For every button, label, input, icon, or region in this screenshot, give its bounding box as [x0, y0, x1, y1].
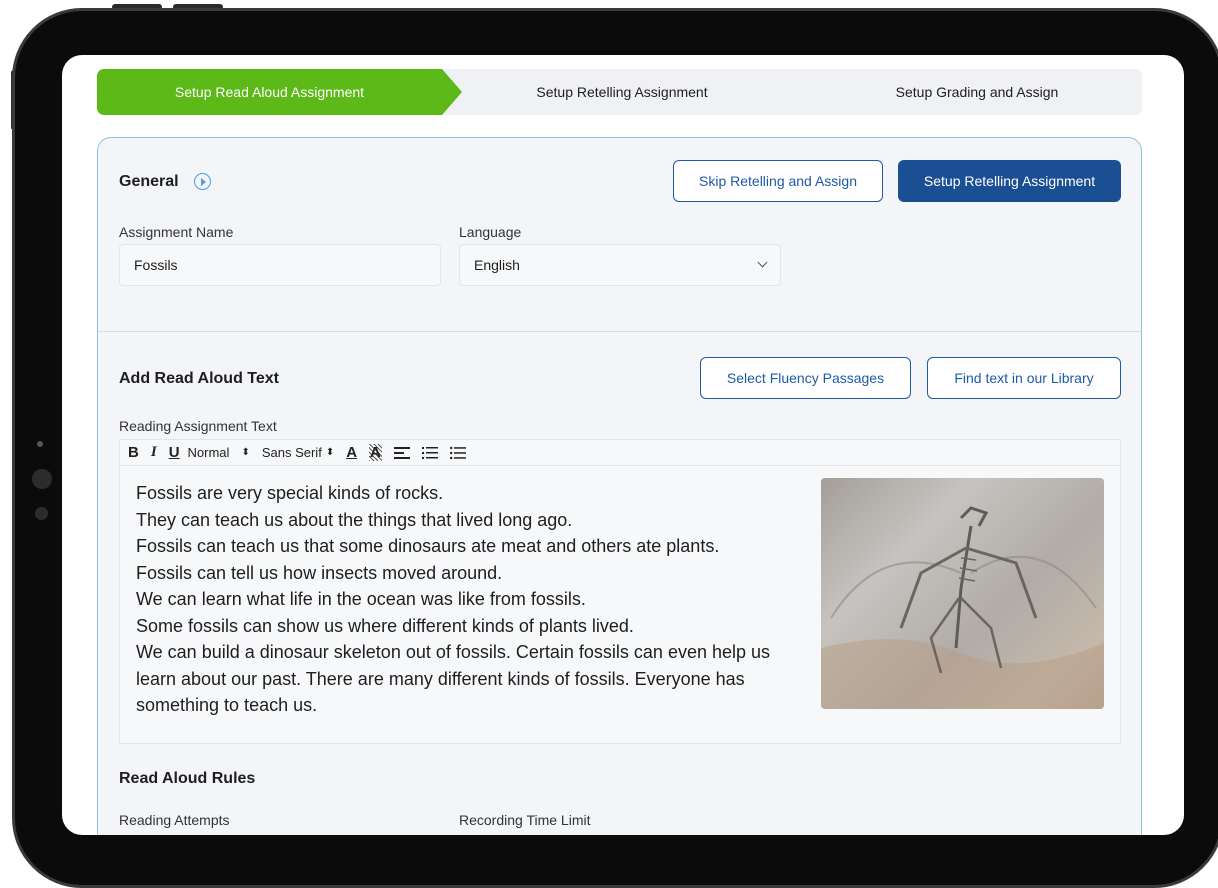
step-setup-retelling[interactable]: Setup Retelling Assignment — [487, 69, 757, 115]
font-size-value: Normal — [187, 445, 230, 460]
step-setup-grading[interactable]: Setup Grading and Assign — [837, 69, 1117, 115]
updown-icon: ⬍ — [241, 447, 250, 458]
text-line: We can learn what life in the ocean was … — [136, 589, 586, 609]
italic-button[interactable]: I — [151, 444, 157, 461]
updown-icon: ⬍ — [325, 447, 335, 458]
recording-time-limit-label: Recording Time Limit — [459, 812, 591, 828]
general-section-title: General — [119, 173, 179, 190]
assignment-name-input[interactable]: Fossils — [119, 244, 441, 286]
camera-dot-small — [37, 441, 43, 447]
read-aloud-rules-title: Read Aloud Rules — [119, 770, 256, 787]
wizard-stepper: Setup Read Aloud Assignment Setup Retell… — [97, 69, 1142, 115]
text-line: Fossils can tell us how insects moved ar… — [136, 562, 503, 583]
assignment-name-label: Assignment Name — [119, 224, 234, 240]
step-setup-read-aloud[interactable]: Setup Read Aloud Assignment — [97, 69, 462, 115]
setup-retelling-button[interactable]: Setup Retelling Assignment — [898, 160, 1121, 202]
tablet-frame: Setup Read Aloud Assignment Setup Retell… — [12, 8, 1218, 888]
ordered-list-icon[interactable] — [421, 446, 438, 459]
step-1-label: Setup Read Aloud Assignment — [174, 84, 365, 100]
text-color-button[interactable]: A — [346, 444, 357, 461]
find-text-library-button[interactable]: Find text in our Library — [927, 357, 1121, 399]
select-fluency-passages-button[interactable]: Select Fluency Passages — [700, 357, 911, 399]
language-select[interactable]: English — [459, 244, 781, 286]
assignment-panel: General Skip Retelling and Assign Setup … — [97, 137, 1142, 835]
sensor-dot — [35, 507, 48, 520]
font-family-select[interactable]: Sans Serif ⬍ — [262, 445, 334, 460]
bullet-list-icon[interactable] — [449, 446, 466, 459]
reading-text-content[interactable]: Fossils are very special kinds of rocks.… — [136, 480, 806, 719]
chevron-down-icon — [757, 257, 768, 268]
text-line: Some fossils can show us where different… — [136, 615, 634, 636]
text-line: They can teach us about the things that … — [136, 509, 573, 530]
font-size-select[interactable]: Normal ⬍ — [188, 445, 250, 460]
text-line: Fossils can teach us that some dinosaurs… — [136, 536, 720, 556]
language-value: English — [474, 257, 520, 273]
align-icon[interactable] — [393, 446, 410, 459]
bold-button[interactable]: B — [128, 444, 139, 461]
reading-assignment-text-label: Reading Assignment Text — [119, 418, 277, 434]
rich-text-editor[interactable]: B I U Normal ⬍ Sans Serif ⬍ A A Fossils … — [119, 439, 1121, 744]
read-aloud-section-title: Add Read Aloud Text — [119, 370, 279, 387]
play-video-icon[interactable] — [194, 173, 211, 190]
camera-lens — [32, 469, 52, 489]
reading-attempts-label: Reading Attempts — [119, 812, 230, 828]
app-screen: Setup Read Aloud Assignment Setup Retell… — [62, 55, 1184, 835]
text-line: We can build a dinosaur skeleton out of … — [136, 642, 771, 715]
text-line: Fossils are very special kinds of rocks. — [136, 483, 444, 503]
section-divider — [98, 331, 1141, 332]
skip-retelling-button[interactable]: Skip Retelling and Assign — [673, 160, 883, 202]
fossil-image — [821, 478, 1104, 709]
underline-button[interactable]: U — [169, 444, 180, 461]
font-family-value: Sans Serif — [261, 445, 322, 460]
editor-toolbar: B I U Normal ⬍ Sans Serif ⬍ A A — [120, 440, 1120, 466]
background-color-button[interactable]: A — [369, 444, 382, 461]
language-label: Language — [459, 224, 522, 240]
